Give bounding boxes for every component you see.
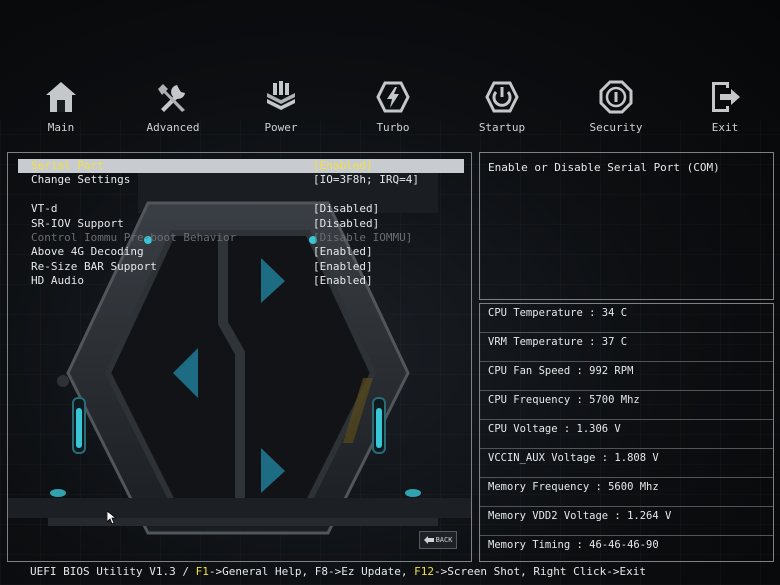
nav-tab-advanced[interactable]: Advanced xyxy=(123,75,223,134)
menu-label: Change Settings xyxy=(31,173,131,187)
monitor-memory-vdd2-voltage: Memory VDD2 Voltage : 1.264 V xyxy=(480,507,773,536)
settings-panel: Serial Port [Enabled] Change Settings [I… xyxy=(7,152,472,562)
menu-value: [IO=3F8h; IRQ=4] xyxy=(313,173,419,187)
menu-label: SR-IOV Support xyxy=(31,216,124,230)
nav-label-exit: Exit xyxy=(711,121,739,134)
power-icon xyxy=(485,81,519,113)
monitor-memory-frequency: Memory Frequency : 5600 Mhz xyxy=(480,478,773,507)
help-text: Enable or Disable Serial Port (COM) xyxy=(488,161,720,174)
nav-label-main: Main xyxy=(47,121,75,134)
monitor-vccin-aux-voltage: VCCIN_AUX Voltage : 1.808 V xyxy=(480,449,773,478)
monitor-cpu-fan-speed: CPU Fan Speed : 992 RPM xyxy=(480,362,773,391)
status-version: UEFI BIOS Utility V1.3 / xyxy=(30,565,196,578)
nav-label-advanced: Advanced xyxy=(146,121,200,134)
menu-row-vt-d[interactable]: VT-d [Disabled] xyxy=(18,202,464,216)
nav-tab-security[interactable]: Security xyxy=(566,75,666,134)
menu-row-serial-port[interactable]: Serial Port [Enabled] xyxy=(18,159,464,174)
menu-row-hd-audio[interactable]: HD Audio [Enabled] xyxy=(18,274,464,288)
menu-value: [Enabled] xyxy=(313,274,373,288)
tools-icon xyxy=(158,84,185,112)
exit-icon xyxy=(712,82,740,112)
menu-label: HD Audio xyxy=(31,274,84,288)
nav-tab-startup[interactable]: Startup xyxy=(452,75,552,134)
status-key-f12: F12 xyxy=(414,565,435,578)
monitor-memory-timing: Memory Timing : 46-46-46-90 xyxy=(488,539,659,551)
menu-label: Re-Size BAR Support xyxy=(31,259,157,273)
menu-row-above-4g[interactable]: Above 4G Decoding [Enabled] xyxy=(18,245,464,259)
menu-row-iommu-preboot: Control Iommu Pre-boot Behavior [Disable… xyxy=(18,231,464,245)
chip-stack-icon xyxy=(267,81,295,110)
menu-value: [Enabled] xyxy=(313,259,373,273)
monitor-cpu-temperature: CPU Temperature : 34 C xyxy=(480,304,773,333)
status-bar: UEFI BIOS Utility V1.3 / F1->General Hel… xyxy=(0,563,780,583)
shield-icon xyxy=(599,80,633,114)
nav-tab-power[interactable]: Power xyxy=(231,75,331,134)
back-arrow-icon xyxy=(423,536,434,544)
status-key-f1: F1 xyxy=(195,565,209,578)
menu-row-change-settings[interactable]: Change Settings [IO=3F8h; IRQ=4] xyxy=(18,173,464,187)
back-label: BACK xyxy=(435,536,453,544)
monitor-cpu-voltage: CPU Voltage : 1.306 V xyxy=(480,420,773,449)
menu-value: [Enabled] xyxy=(313,159,373,172)
mouse-cursor-icon xyxy=(107,511,117,525)
top-navigation: Main Advanced Power Turbo Startup Securi… xyxy=(0,75,780,145)
status-f12-text: ->Screen Shot, Right Click->Exit xyxy=(434,565,646,578)
menu-label: VT-d xyxy=(31,202,58,216)
nav-label-turbo: Turbo xyxy=(376,121,410,134)
monitor-cpu-frequency: CPU Frequency : 5700 Mhz xyxy=(480,391,773,420)
settings-menu: Serial Port [Enabled] Change Settings [I… xyxy=(18,159,464,289)
status-f1-text: ->General Help, F8->Ez Update, xyxy=(208,565,415,578)
back-button[interactable]: BACK xyxy=(419,531,457,549)
menu-value: [Disabled] xyxy=(313,216,380,230)
menu-value: [Disabled] xyxy=(313,202,380,216)
nav-label-startup: Startup xyxy=(478,121,526,134)
nav-tab-main[interactable]: Main xyxy=(11,75,111,134)
menu-label: Serial Port xyxy=(31,159,104,172)
nav-label-security: Security xyxy=(589,121,643,134)
menu-label: Control Iommu Pre-boot Behavior xyxy=(31,230,237,244)
menu-row-resize-bar[interactable]: Re-Size BAR Support [Enabled] xyxy=(18,260,464,274)
menu-row-sr-iov[interactable]: SR-IOV Support [Disabled] xyxy=(18,217,464,231)
home-icon xyxy=(46,82,76,112)
nav-label-power: Power xyxy=(264,121,298,134)
menu-value: [Enabled] xyxy=(313,245,373,259)
nav-tab-turbo[interactable]: Turbo xyxy=(343,75,443,134)
menu-label: Above 4G Decoding xyxy=(31,245,144,259)
lightning-icon xyxy=(376,81,410,113)
nav-tab-exit[interactable]: Exit xyxy=(675,75,775,134)
hardware-monitor-panel: CPU Temperature : 34 C VRM Temperature :… xyxy=(479,303,774,562)
monitor-vrm-temperature: VRM Temperature : 37 C xyxy=(480,333,773,362)
menu-value: [Disable IOMMU] xyxy=(313,230,413,244)
menu-spacer xyxy=(18,188,464,202)
help-panel: Enable or Disable Serial Port (COM) xyxy=(479,152,774,300)
